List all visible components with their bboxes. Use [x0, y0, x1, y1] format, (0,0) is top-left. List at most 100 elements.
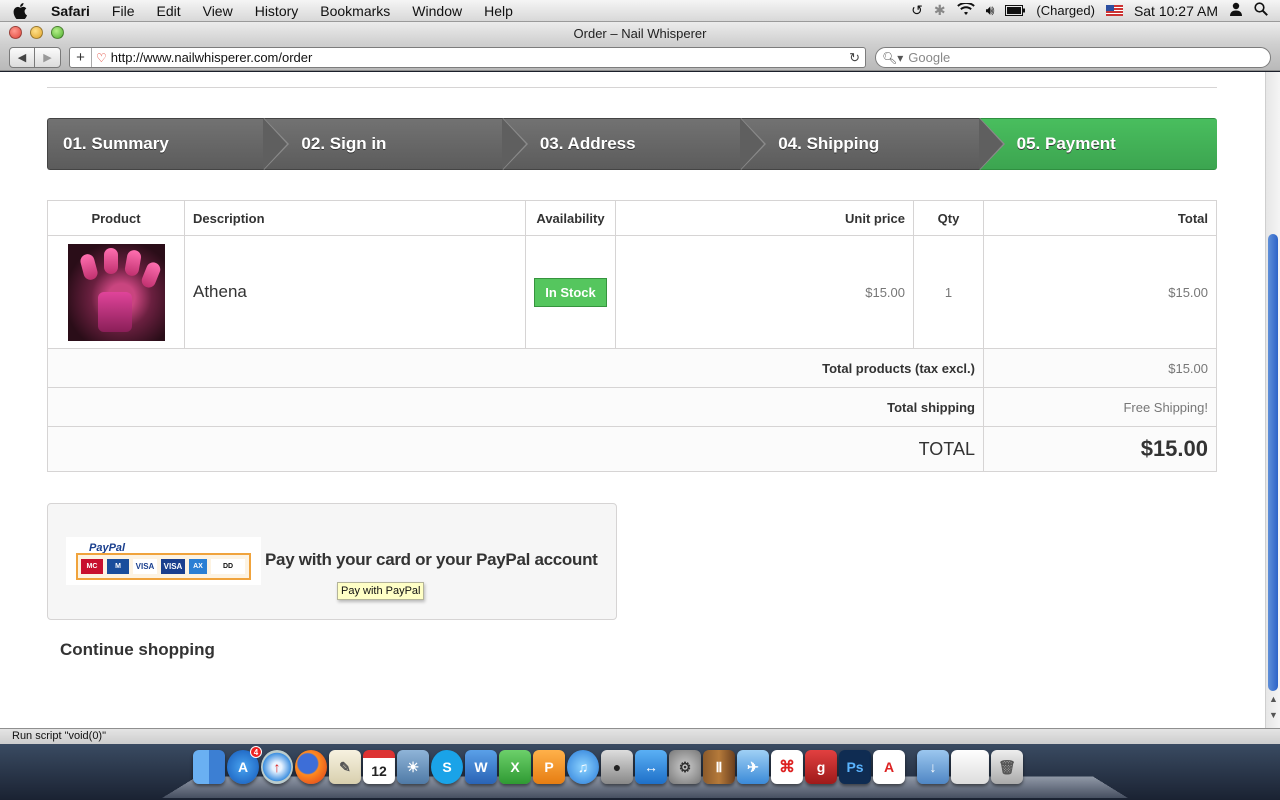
menu-app-safari[interactable]: Safari: [40, 3, 101, 19]
direct-debit-icon: DD: [211, 559, 245, 574]
forward-button[interactable]: ▶: [35, 47, 61, 68]
step-summary[interactable]: 01. Summary: [47, 118, 290, 170]
cart-table: Product Description Availability Unit pr…: [47, 200, 1217, 472]
itunes-icon[interactable]: ♫: [567, 750, 599, 784]
powerpoint-icon[interactable]: P: [533, 750, 565, 784]
grand-total-value: $15.00: [983, 426, 1217, 472]
dvd-player-icon[interactable]: ●: [601, 750, 633, 784]
paypal-payment-option[interactable]: PayPal MC M VISA VISA AX DD Pay with you…: [47, 503, 617, 620]
header-product: Product: [47, 200, 185, 236]
scroll-up-arrow-icon[interactable]: ▲: [1269, 694, 1278, 704]
line-total: $15.00: [983, 235, 1217, 349]
search-field[interactable]: 🔍︎▾ Google: [875, 47, 1271, 68]
window-close-button[interactable]: [9, 26, 22, 39]
total-products-value: $15.00: [983, 348, 1217, 388]
step-label: 05. Payment: [1016, 134, 1116, 153]
teamviewer-icon[interactable]: ↔: [635, 750, 667, 784]
menu-bookmarks[interactable]: Bookmarks: [309, 3, 401, 19]
accepted-cards: MC M VISA VISA AX DD: [76, 553, 251, 580]
step-address[interactable]: 03. Address: [501, 118, 767, 170]
address-bar[interactable]: + ♡ http://www.nailwhisperer.com/order ↻: [69, 47, 866, 68]
battery-icon[interactable]: [1005, 3, 1026, 19]
skype-icon[interactable]: S: [431, 750, 463, 784]
table-header-row: Product Description Availability Unit pr…: [47, 200, 1217, 236]
trash-icon[interactable]: 🗑︎: [991, 750, 1023, 784]
browser-toolbar: ◀ ▶ + ♡ http://www.nailwhisperer.com/ord…: [0, 44, 1280, 71]
time-machine-icon[interactable]: ↺: [911, 2, 923, 19]
menu-bar: Safari File Edit View History Bookmarks …: [0, 0, 1280, 22]
scroll-down-arrow-icon[interactable]: ▼: [1269, 710, 1278, 720]
wifi-icon[interactable]: [956, 1, 975, 19]
menu-help[interactable]: Help: [473, 3, 524, 19]
paypal-tooltip: Pay with PayPal: [337, 582, 425, 600]
apple-menu-icon[interactable]: [0, 2, 40, 19]
header-total: Total: [983, 200, 1217, 236]
header-unit-price: Unit price: [615, 200, 914, 236]
excel-icon[interactable]: X: [499, 750, 531, 784]
menu-clock[interactable]: Sat 10:27 AM: [1134, 3, 1218, 19]
iphoto-icon[interactable]: ☀: [397, 750, 429, 784]
firefox-icon[interactable]: [295, 750, 327, 784]
step-sign-in[interactable]: 02. Sign in: [263, 118, 529, 170]
continue-shopping-link[interactable]: Continue shopping: [60, 640, 215, 660]
total-shipping-label: Total shipping: [47, 387, 984, 427]
grapher-icon[interactable]: g: [805, 750, 837, 784]
app-store-icon[interactable]: A4: [227, 746, 262, 784]
status-bar: Run script "void(0)": [0, 728, 1280, 744]
books-icon[interactable]: Ⅱ: [703, 750, 735, 784]
maestro-icon: M: [107, 559, 129, 574]
step-label: 01. Summary: [63, 134, 169, 153]
input-source-flag-icon[interactable]: [1105, 5, 1123, 16]
finder-icon[interactable]: [193, 750, 225, 784]
menu-file[interactable]: File: [101, 3, 146, 19]
visa-electron-icon: VISA: [161, 559, 185, 574]
amex-icon: AX: [189, 559, 207, 574]
quantity: 1: [913, 235, 984, 349]
user-icon[interactable]: [1229, 2, 1243, 19]
bluetooth-icon[interactable]: ✱: [934, 2, 946, 19]
url-text[interactable]: http://www.nailwhisperer.com/order: [111, 50, 313, 65]
total-products-label: Total products (tax excl.): [47, 348, 984, 388]
add-bookmark-icon[interactable]: +: [70, 48, 92, 67]
paypal-logo[interactable]: PayPal MC M VISA VISA AX DD: [66, 537, 261, 585]
mail-icon[interactable]: ✈: [737, 750, 769, 784]
spotlight-icon[interactable]: [1254, 2, 1268, 19]
table-row: Athena In Stock $15.00 1 $15.00: [47, 235, 1217, 349]
favicon-heart-icon: ♡: [96, 50, 107, 65]
window-zoom-button[interactable]: [51, 26, 64, 39]
step-label: 04. Shipping: [778, 134, 880, 153]
menu-window[interactable]: Window: [401, 3, 473, 19]
order-steps: 01. Summary 02. Sign in 03. Address 04. …: [47, 118, 1218, 170]
battery-status: (Charged): [1036, 3, 1095, 18]
header-qty: Qty: [913, 200, 984, 236]
visa-icon: VISA: [133, 559, 157, 574]
calendar-icon[interactable]: 12: [363, 750, 395, 784]
menu-history[interactable]: History: [244, 3, 310, 19]
reload-icon[interactable]: ↻: [849, 50, 860, 66]
page-viewport: 01. Summary 02. Sign in 03. Address 04. …: [0, 72, 1280, 728]
vertical-scrollbar[interactable]: ▲ ▼: [1265, 72, 1280, 728]
window-minimize-button[interactable]: [30, 26, 43, 39]
paypal-option-text[interactable]: Pay with your card or your PayPal accoun…: [265, 550, 598, 570]
menu-view[interactable]: View: [192, 3, 244, 19]
scrollbar-thumb[interactable]: [1268, 234, 1278, 691]
product-image[interactable]: [67, 243, 165, 341]
menu-edit[interactable]: Edit: [145, 3, 191, 19]
document-stack-icon[interactable]: [951, 750, 989, 784]
total-products-row: Total products (tax excl.) $15.00: [47, 348, 1217, 388]
script-editor-icon[interactable]: ✎: [329, 750, 361, 784]
downloads-folder-icon[interactable]: ↓: [917, 750, 949, 784]
product-name[interactable]: Athena: [184, 235, 526, 349]
back-button[interactable]: ◀: [9, 47, 35, 68]
step-shipping[interactable]: 04. Shipping: [740, 118, 1006, 170]
system-preferences-icon[interactable]: ⚙: [669, 750, 701, 784]
adobe-reader-icon[interactable]: A: [873, 750, 905, 784]
word-icon[interactable]: W: [465, 750, 497, 784]
dock: A4 ↑ ✎ 12 ☀ S W X P ♫ ● ↔ ⚙ Ⅱ ✈ ⌘ g Ps A…: [0, 744, 1280, 800]
volume-icon[interactable]: 🔊︎: [986, 2, 995, 19]
acrobat-icon[interactable]: ⌘: [771, 750, 803, 784]
product-cell: [47, 235, 185, 349]
photoshop-icon[interactable]: Ps: [839, 750, 871, 784]
safari-icon[interactable]: ↑: [261, 750, 293, 784]
total-shipping-row: Total shipping Free Shipping!: [47, 387, 1217, 427]
